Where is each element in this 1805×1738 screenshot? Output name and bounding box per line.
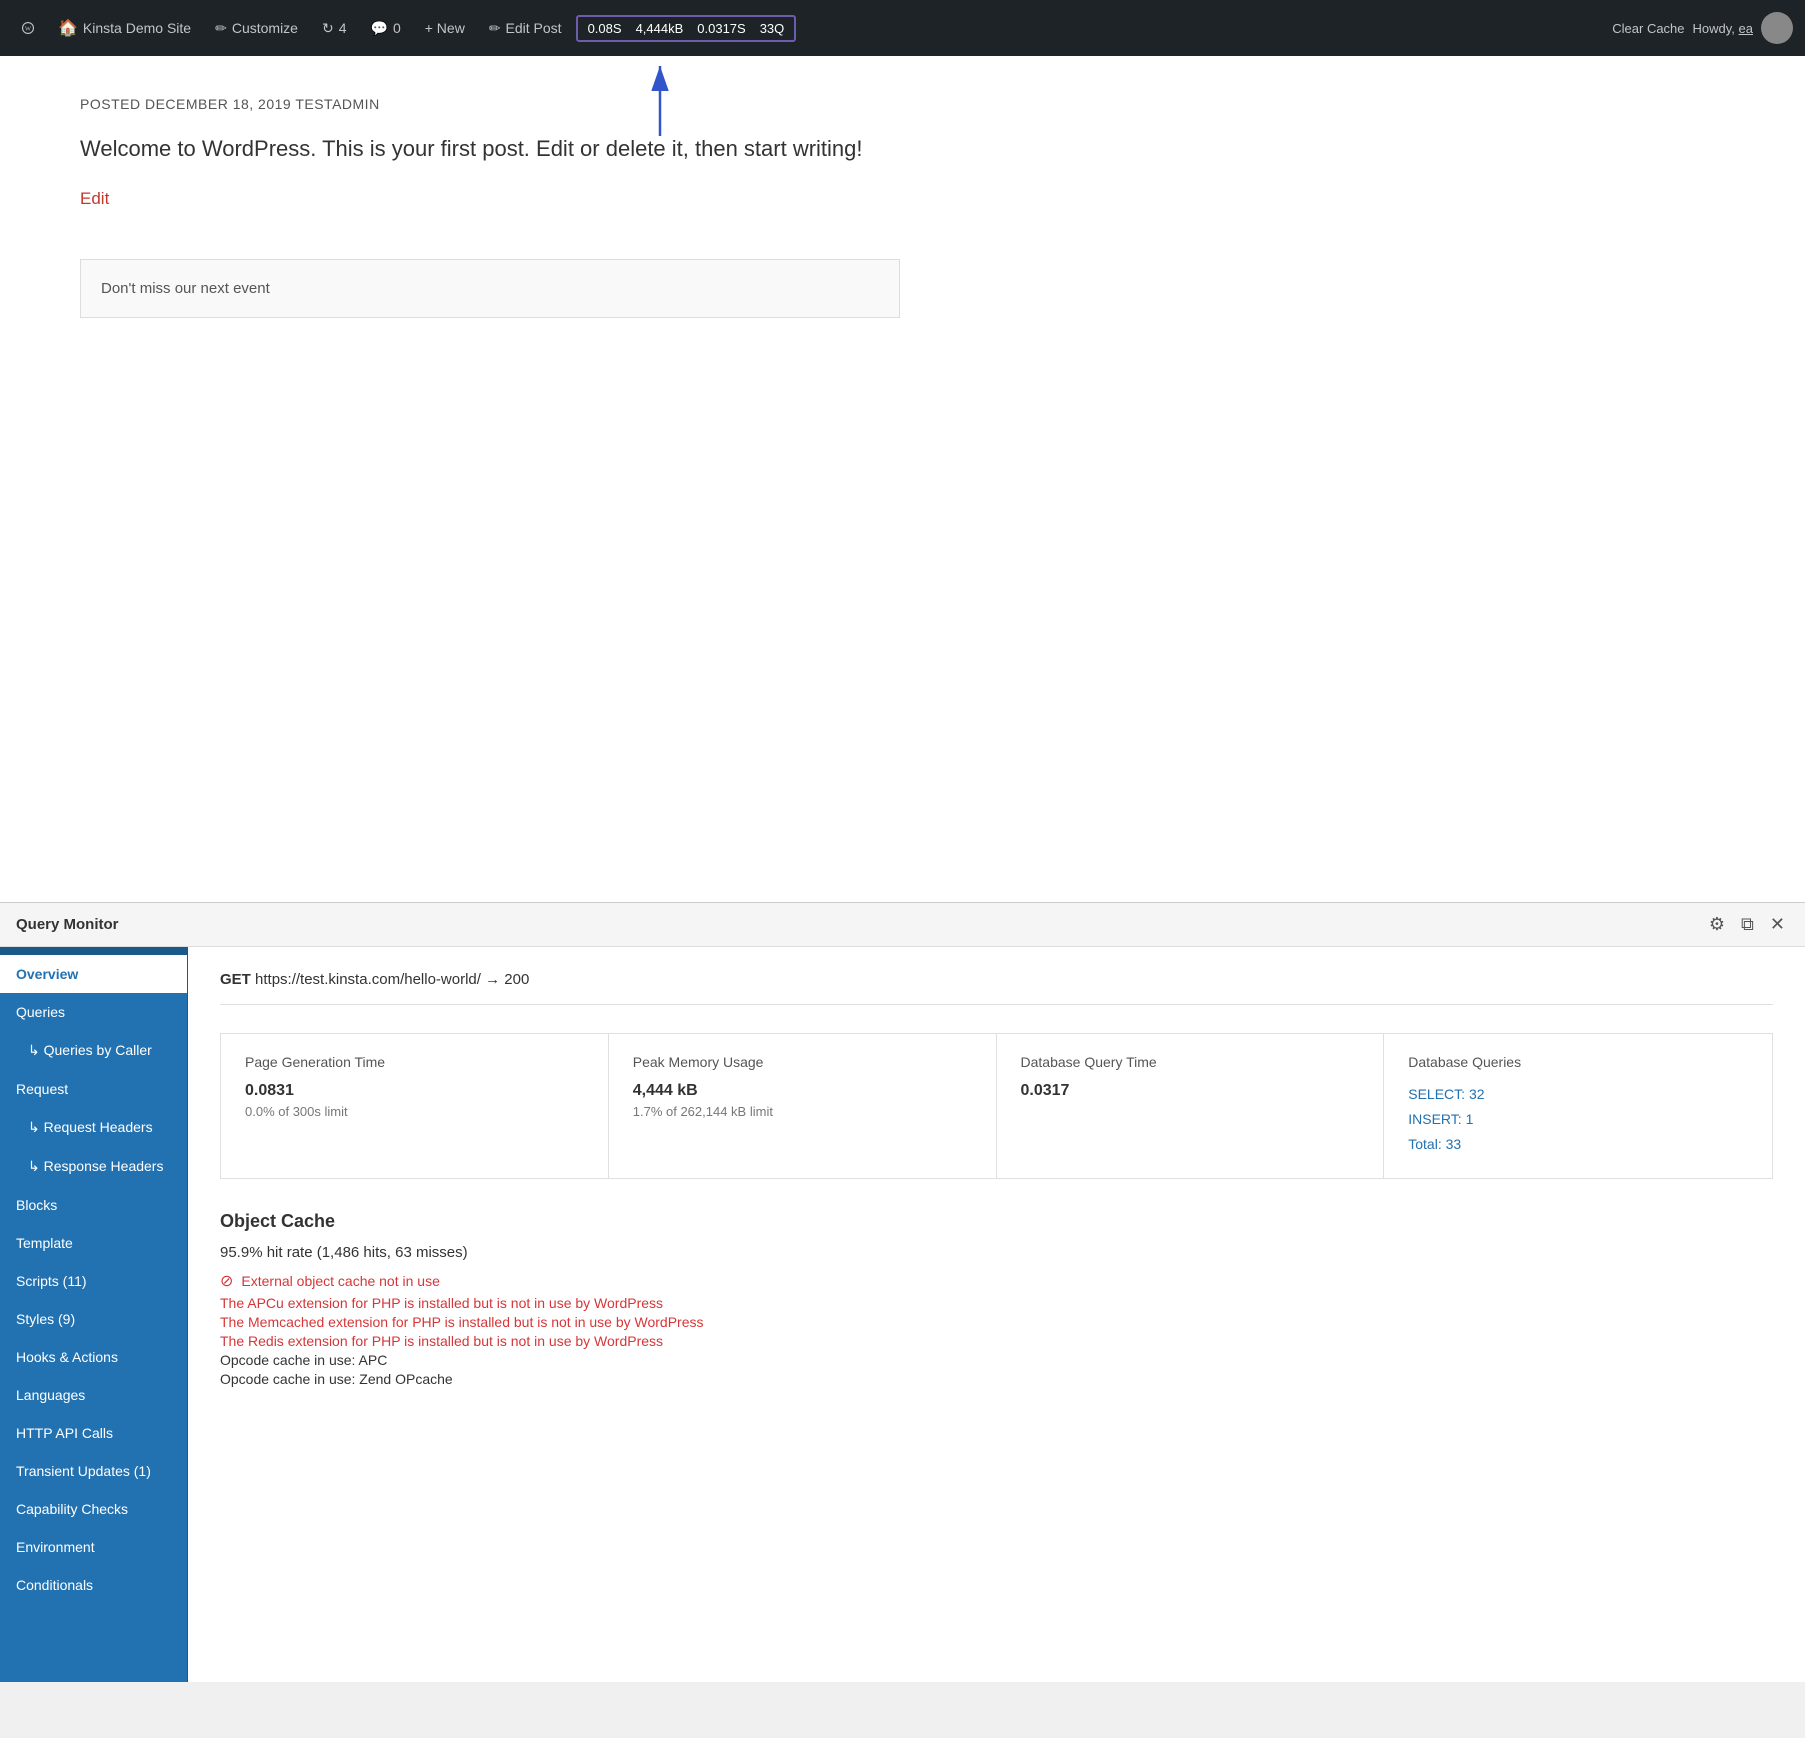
sidebar-item-template[interactable]: Template [0,1224,187,1262]
info-opcode-zend: Opcode cache in use: Zend OPcache [220,1371,1773,1387]
request-url: https://test.kinsta.com/hello-world/ [255,971,485,988]
wp-logo[interactable]: W [12,12,44,44]
sidebar-item-response-headers[interactable]: ↳ Response Headers [0,1147,187,1186]
sidebar-item-transient-updates[interactable]: Transient Updates (1) [0,1452,187,1490]
error-redis: The Redis extension for PHP is installed… [220,1333,1773,1349]
stat-link-insert[interactable]: INSERT: 1 [1408,1107,1748,1132]
sidebar-item-capability-checks[interactable]: Capability Checks [0,1490,187,1528]
stat-link-total[interactable]: Total: 33 [1408,1132,1748,1157]
site-name[interactable]: 🏠 Kinsta Demo Site [48,0,201,56]
stats-grid: Page Generation Time 0.0831 0.0% of 300s… [220,1033,1773,1179]
sidebar-item-blocks[interactable]: Blocks [0,1186,187,1224]
qm-content: GET https://test.kinsta.com/hello-world/… [188,947,1805,1682]
cache-hit-rate: 95.9% hit rate (1,486 hits, 63 misses) [220,1244,1773,1261]
stat-label-db-queries: Database Queries [1408,1054,1748,1070]
customize-link[interactable]: ✏ Customize [205,0,308,56]
stat-db-query-time: Database Query Time 0.0317 [997,1034,1385,1178]
warning-line: ⊘ External object cache not in use [220,1271,1773,1291]
avatar[interactable] [1761,12,1793,44]
sidebar-item-queries-by-caller[interactable]: ↳ Queries by Caller [0,1031,187,1070]
sidebar-item-languages[interactable]: Languages [0,1376,187,1414]
stat-link-select[interactable]: SELECT: 32 [1408,1082,1748,1107]
stat-label-page-gen: Page Generation Time [245,1054,584,1070]
response-status: 200 [504,971,529,988]
warning-icon: ⊘ [220,1271,233,1291]
request-method: GET [220,971,255,988]
admin-bar-right: Clear Cache Howdy, ea [1612,12,1793,44]
sidebar-item-scripts[interactable]: Scripts (11) [0,1262,187,1300]
new-link[interactable]: + New [415,0,475,56]
stat-sub-memory: 1.7% of 262,144 kB limit [633,1104,972,1119]
revisions-link[interactable]: ↻ 4 [312,0,357,56]
edit-link[interactable]: Edit [80,189,109,209]
admin-bar: W 🏠 Kinsta Demo Site ✏ Customize ↻ 4 💬 0… [0,0,1805,56]
qm-header-actions: ⚙ ⧉ ✕ [1705,910,1789,939]
stat-label-db-time: Database Query Time [1021,1054,1360,1070]
sidebar-item-environment[interactable]: Environment [0,1528,187,1566]
svg-text:W: W [25,25,32,32]
qm-url-bar: GET https://test.kinsta.com/hello-world/… [220,971,1773,1005]
stat-value-db-time: 0.0317 [1021,1082,1360,1100]
widget-area: Don't miss our next event [80,259,900,318]
comments-link[interactable]: 💬 0 [361,0,411,56]
arrow-symbol: → [485,971,504,988]
object-cache-title: Object Cache [220,1211,1773,1232]
qm-expand-button[interactable]: ⧉ [1737,910,1758,939]
error-memcached: The Memcached extension for PHP is insta… [220,1314,1773,1330]
sidebar-item-request[interactable]: Request [0,1070,187,1108]
stat-db-queries: Database Queries SELECT: 32 INSERT: 1 To… [1384,1034,1772,1178]
warning-text: External object cache not in use [241,1273,439,1289]
stat-label-memory: Peak Memory Usage [633,1054,972,1070]
stat-sub-page-gen: 0.0% of 300s limit [245,1104,584,1119]
qm-body: Overview Queries ↳ Queries by Caller Req… [0,947,1805,1682]
qm-close-button[interactable]: ✕ [1766,910,1789,939]
qm-sidebar: Overview Queries ↳ Queries by Caller Req… [0,947,188,1682]
sidebar-item-http-api-calls[interactable]: HTTP API Calls [0,1414,187,1452]
stat-page-generation-time: Page Generation Time 0.0831 0.0% of 300s… [221,1034,609,1178]
post-meta: POSTED DECEMBER 18, 2019 TESTADMIN [80,96,1725,112]
stat-value-page-gen: 0.0831 [245,1082,584,1100]
info-opcode-apc: Opcode cache in use: APC [220,1352,1773,1368]
stat-value-memory: 4,444 kB [633,1082,972,1100]
sidebar-item-queries[interactable]: Queries [0,993,187,1031]
sidebar-scroll-indicator [0,947,187,955]
howdy-text: Howdy, ea [1693,21,1753,36]
sidebar-item-styles[interactable]: Styles (9) [0,1300,187,1338]
sidebar-item-request-headers[interactable]: ↳ Request Headers [0,1108,187,1147]
sidebar-item-hooks-actions[interactable]: Hooks & Actions [0,1338,187,1376]
performance-indicator[interactable]: 0.08S 4,444kB 0.0317S 33Q [576,15,797,42]
qm-title: Query Monitor [16,916,119,933]
stat-peak-memory: Peak Memory Usage 4,444 kB 1.7% of 262,1… [609,1034,997,1178]
query-monitor-panel: Query Monitor ⚙ ⧉ ✕ Overview Queries ↳ Q… [0,902,1805,1682]
sidebar-item-overview[interactable]: Overview [0,955,187,993]
sidebar-item-conditionals[interactable]: Conditionals [0,1566,187,1604]
qm-header: Query Monitor ⚙ ⧉ ✕ [0,903,1805,947]
clear-cache-button[interactable]: Clear Cache [1612,21,1684,36]
qm-settings-button[interactable]: ⚙ [1705,910,1729,939]
error-apcu: The APCu extension for PHP is installed … [220,1295,1773,1311]
post-content: Welcome to WordPress. This is your first… [80,132,1725,165]
edit-post-link[interactable]: ✏ Edit Post [479,0,572,56]
